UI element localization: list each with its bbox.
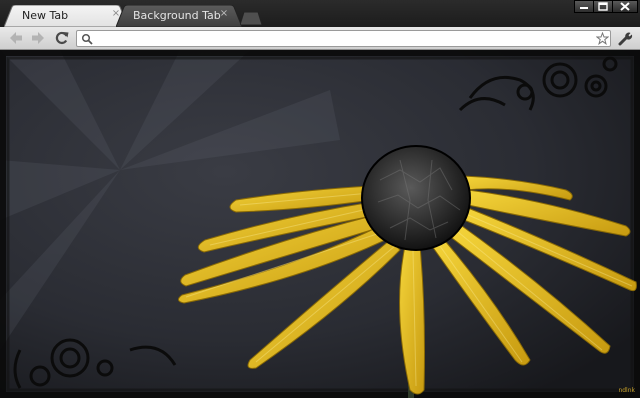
toolbar — [0, 27, 640, 50]
maximize-icon — [598, 2, 608, 11]
tab-new-tab[interactable]: New Tab × — [4, 5, 128, 27]
new-tab-button[interactable] — [239, 10, 263, 26]
close-window-button[interactable] — [612, 0, 638, 13]
watermark-text: ndlnk — [618, 387, 635, 394]
flower-center — [361, 145, 471, 251]
theme-background-image — [0, 50, 640, 398]
reload-icon — [55, 31, 69, 45]
new-tab-icon — [239, 11, 263, 26]
wrench-icon[interactable] — [617, 31, 633, 46]
forward-button[interactable] — [29, 30, 47, 46]
tab-background-tab[interactable]: Background Tab × — [116, 5, 242, 27]
omnibox[interactable] — [76, 30, 611, 47]
reload-button[interactable] — [53, 30, 71, 46]
minimize-button[interactable] — [574, 0, 594, 13]
maximize-button[interactable] — [593, 0, 613, 13]
tab-close-icon[interactable]: × — [219, 9, 229, 19]
back-button[interactable] — [7, 30, 25, 46]
tab-strip: New Tab × Background Tab × — [0, 0, 640, 27]
tab-title: New Tab — [22, 9, 69, 22]
forward-arrow-icon — [32, 32, 44, 44]
new-tab-page: ndlnk — [0, 50, 640, 398]
browser-window: New Tab × Background Tab × ndlnk — [0, 0, 640, 398]
star-icon[interactable] — [596, 32, 609, 45]
minimize-icon — [580, 7, 588, 9]
close-icon — [620, 2, 630, 11]
back-arrow-icon — [10, 32, 22, 44]
address-input[interactable] — [97, 32, 577, 45]
tab-title: Background Tab — [133, 9, 221, 22]
search-icon — [81, 33, 93, 45]
